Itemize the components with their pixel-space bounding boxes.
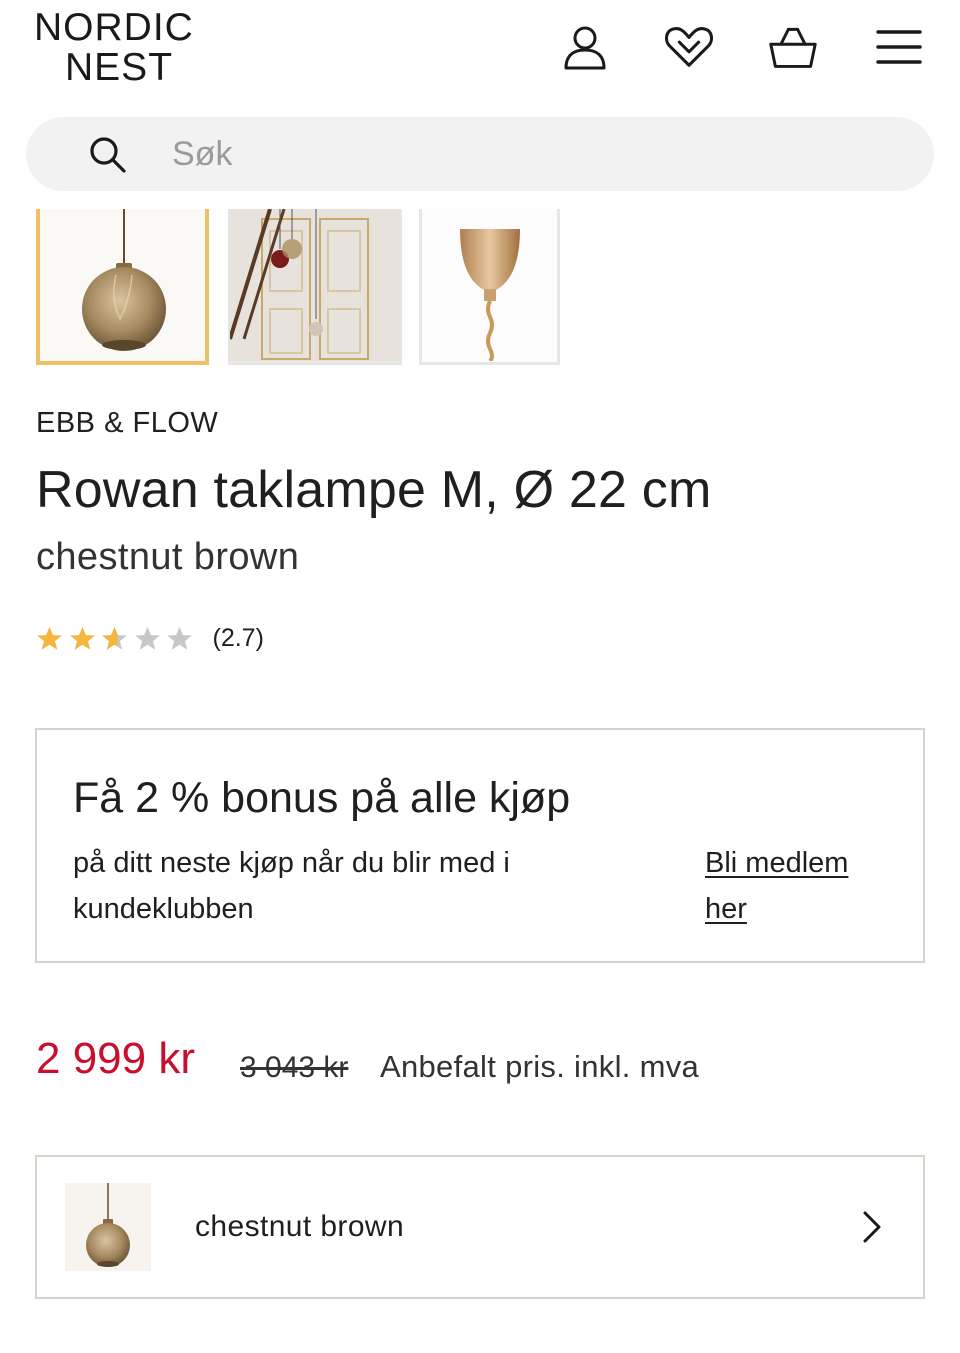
chevron-right-icon (863, 1211, 881, 1243)
site-header: NORDIC NEST (0, 0, 960, 110)
price-note: Anbefalt pris. inkl. mva (380, 1049, 700, 1084)
logo-line-2: NEST (65, 46, 174, 89)
cart-button[interactable] (768, 22, 818, 72)
join-club-link[interactable]: Bli medlem her (705, 840, 885, 932)
star-empty-icon (134, 626, 160, 650)
basket-icon (769, 27, 817, 68)
product-variant: chestnut brown (36, 536, 300, 578)
star-half-icon (102, 626, 127, 650)
wishlist-button[interactable] (664, 22, 714, 72)
variant-thumbnail (65, 1183, 151, 1271)
star-icon (37, 626, 62, 650)
heart-icon (664, 27, 714, 67)
bonus-description: på ditt neste kjøp når du blir med i kun… (73, 847, 510, 925)
interior-photo (230, 209, 400, 361)
logo-line-1: NORDIC (34, 6, 194, 49)
nordic-nest-logo[interactable]: NORDIC NEST (34, 8, 194, 88)
rating-value: (2.7) (212, 623, 264, 652)
star-icon (69, 626, 95, 650)
bonus-title: Få 2 % bonus på alle kjøp (73, 774, 571, 822)
product-gallery-thumbnails (0, 209, 960, 367)
variant-selector-label: chestnut brown (195, 1210, 405, 1243)
product-brand[interactable]: EBB & FLOW (36, 407, 218, 440)
ceiling-cup-image (460, 229, 520, 362)
search-bar[interactable] (26, 117, 934, 191)
menu-icon (876, 30, 922, 64)
current-price: 2 999 kr (36, 1034, 195, 1083)
variant-selector[interactable]: chestnut brown (35, 1155, 925, 1299)
product-rating[interactable]: (2.7) (36, 622, 264, 654)
star-empty-icon (167, 626, 192, 650)
search-icon[interactable] (88, 135, 128, 175)
menu-button[interactable] (874, 22, 924, 72)
user-icon (564, 26, 606, 70)
pendant-lamp-image (82, 209, 166, 351)
search-input[interactable] (172, 131, 872, 177)
account-button[interactable] (560, 22, 610, 72)
pendant-lamp-image (86, 1183, 130, 1267)
club-bonus-banner: Få 2 % bonus på alle kjøp på ditt neste … (35, 728, 925, 963)
gallery-thumbnail-2[interactable] (228, 209, 402, 365)
gallery-thumbnail-3[interactable] (419, 209, 560, 365)
product-title: Rowan taklampe M, Ø 22 cm (36, 461, 712, 519)
original-price: 3 043 kr (240, 1051, 349, 1084)
gallery-thumbnail-1[interactable] (36, 209, 209, 365)
